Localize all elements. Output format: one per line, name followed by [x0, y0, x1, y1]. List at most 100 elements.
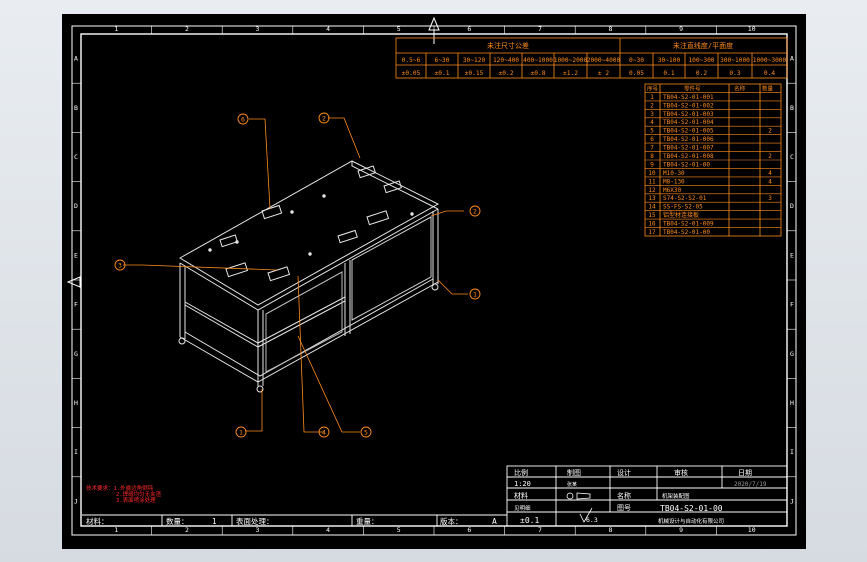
bom-row-qty: 2 [768, 128, 772, 135]
grid-row-label: F [74, 301, 78, 309]
tol-right-value: 0.05 [629, 70, 644, 77]
grid-col-label: 6 [467, 25, 471, 33]
tol-left-range: 2000~4000 [587, 57, 621, 64]
tolerance-cells: 0.5~6 ±0.05 6~30 ±0.1 30~120 ±0.15 120~400 ±0.2… [402, 57, 787, 77]
grid-col-label: 2 [185, 25, 189, 33]
bom-row-part: S74-S2-S2-01 [663, 195, 707, 202]
grid-row-label: A [790, 55, 794, 63]
grid-col-label: 10 [748, 25, 756, 33]
tol-right-range: 0~30 [629, 57, 644, 64]
bom-header: 数量 [762, 84, 774, 92]
tol-right-value: 0.4 [764, 70, 775, 77]
bom-row-qty: 2 [768, 153, 772, 160]
bottom-surface-label: 表面处理： [236, 516, 274, 526]
bottom-version-value: A [492, 517, 497, 526]
grid-row-label: E [790, 251, 794, 259]
note-line: 3.表面喷涂处理 [116, 496, 156, 504]
drawing-canvas[interactable]: 1122334455667788991010A AB BC CD DE EF FG GH HI I… [62, 14, 806, 549]
bom-row-no: 10 [648, 170, 656, 177]
tb-label-scale: 比例 [514, 468, 528, 477]
grid-col-label: 3 [256, 526, 260, 534]
balloon-callout[interactable]: 2 [469, 205, 481, 217]
tb-tolerance-value: ±0.1 [520, 516, 539, 525]
grid-col-label: 8 [609, 25, 613, 33]
grid-row-label: D [74, 202, 78, 210]
bottom-version-label: 版本： [440, 516, 463, 526]
cad-viewport[interactable]: 1 1 2 2 3 3 4 4 5 5 6 6 7 7 8 8 9 9 10 10 A A B B C C D D E E F F G G H H I I… [0, 0, 867, 562]
tol-left-value: ±0.2 [499, 70, 514, 77]
balloon-number: 4 [322, 428, 326, 436]
tolerance-header-left: 未注尺寸公差 [487, 41, 529, 50]
tb-label-check: 审核 [674, 468, 688, 477]
grid-col-label: 9 [679, 25, 683, 33]
grid-row-label: I [74, 448, 78, 456]
bom-row-no: 8 [650, 153, 654, 160]
grid-col-label: 4 [326, 25, 330, 33]
tol-left-range: 400~1000 [523, 57, 553, 64]
bom-row-part: 铝型材连接板 [663, 211, 699, 219]
tol-left-range: 30~120 [463, 57, 486, 64]
grid-row-label: A [74, 55, 78, 63]
grid-row-label: F [790, 301, 794, 309]
bom-row-no: 13 [648, 195, 656, 202]
balloon-number: 1 [473, 290, 477, 298]
bottom-weight-label: 重量： [356, 517, 379, 526]
drawing-sheet[interactable]: 1 1 2 2 3 3 4 4 5 5 6 6 7 7 8 8 9 9 10 10 A A B B C C D D E E F F G G H H I I… [62, 14, 806, 549]
bom-row-no: 12 [648, 187, 656, 194]
balloon-callout[interactable]: 1 [235, 426, 247, 438]
isometric-frame-view[interactable] [178, 160, 440, 393]
balloon-callouts[interactable]: 6 2 3 2 1 1 4 5 [114, 112, 481, 438]
balloon-callout[interactable]: 5 [360, 426, 372, 438]
balloon-number: 2 [322, 114, 326, 122]
grid-col-label: 8 [609, 526, 613, 534]
bom-header: 序号 [647, 84, 659, 92]
tol-right-range: 100~300 [688, 57, 714, 64]
balloon-callout[interactable]: 2 [318, 112, 330, 124]
tb-material-value: 见明细 [514, 504, 531, 512]
grid-row-label: E [74, 251, 78, 259]
grid-row-label: I [790, 448, 794, 456]
grid-row-label: B [74, 104, 78, 112]
tb-drawing-no[interactable]: TB04-S2-01-00 [660, 504, 723, 513]
bom-row-part: TB04-S2-01-007 [663, 145, 714, 152]
tb-label-design: 设计 [617, 468, 631, 477]
tb-label-draw: 制图 [567, 468, 581, 477]
tb-name-label: 名称 [617, 491, 631, 500]
bom-row-part: TB04-S2-01-002 [663, 102, 714, 109]
bom-row-part: TB04-S2-01-004 [663, 119, 714, 126]
bom-row-no: 5 [650, 128, 654, 135]
grid-col-label: 1 [114, 25, 118, 33]
tb-label-date: 日期 [738, 469, 752, 477]
tb-scale-value: 1:20 [514, 480, 531, 488]
bom-row-part: SS-FS-S2-05 [663, 204, 703, 211]
balloon-number: 1 [239, 428, 243, 436]
tol-left-value: ±0.05 [402, 70, 421, 77]
grid-row-label: B [790, 104, 794, 112]
tol-right-value: 0.3 [729, 70, 740, 77]
tb-draw-name: 张某 [567, 481, 577, 488]
leader-lines [123, 117, 468, 433]
tol-right-range: 1000~3000 [753, 57, 787, 64]
balloon-callout[interactable]: 1 [469, 288, 481, 300]
top-opening [225, 262, 249, 278]
grid-col-label: 2 [185, 526, 189, 534]
grid-row-label: C [74, 153, 78, 161]
bom-row-no: 16 [648, 221, 656, 228]
bom-row-no: 1 [650, 94, 654, 101]
grid-col-label: 7 [538, 25, 542, 33]
balloon-callout[interactable]: 6 [237, 113, 249, 125]
bom-row-no: 4 [650, 119, 654, 126]
bom-row-no: 2 [650, 102, 654, 109]
tol-left-value: ±0.1 [435, 70, 450, 77]
bom-row-no: 3 [650, 111, 654, 118]
bom-row-part: TB04-S2-01-005 [663, 128, 714, 135]
bom-row-part: TB04-S2-01-00 [663, 229, 710, 236]
tb-date-value: 2020/7/19 [734, 481, 767, 488]
top-opening [261, 204, 283, 220]
grid-col-label: 10 [748, 526, 756, 534]
grid-row-label: D [790, 202, 794, 210]
bom-row-part: M10-30 [663, 170, 685, 177]
grid-row-label: J [74, 497, 78, 505]
bom-header: 名称 [734, 84, 746, 92]
bottom-qty-label: 数量： [166, 516, 189, 526]
